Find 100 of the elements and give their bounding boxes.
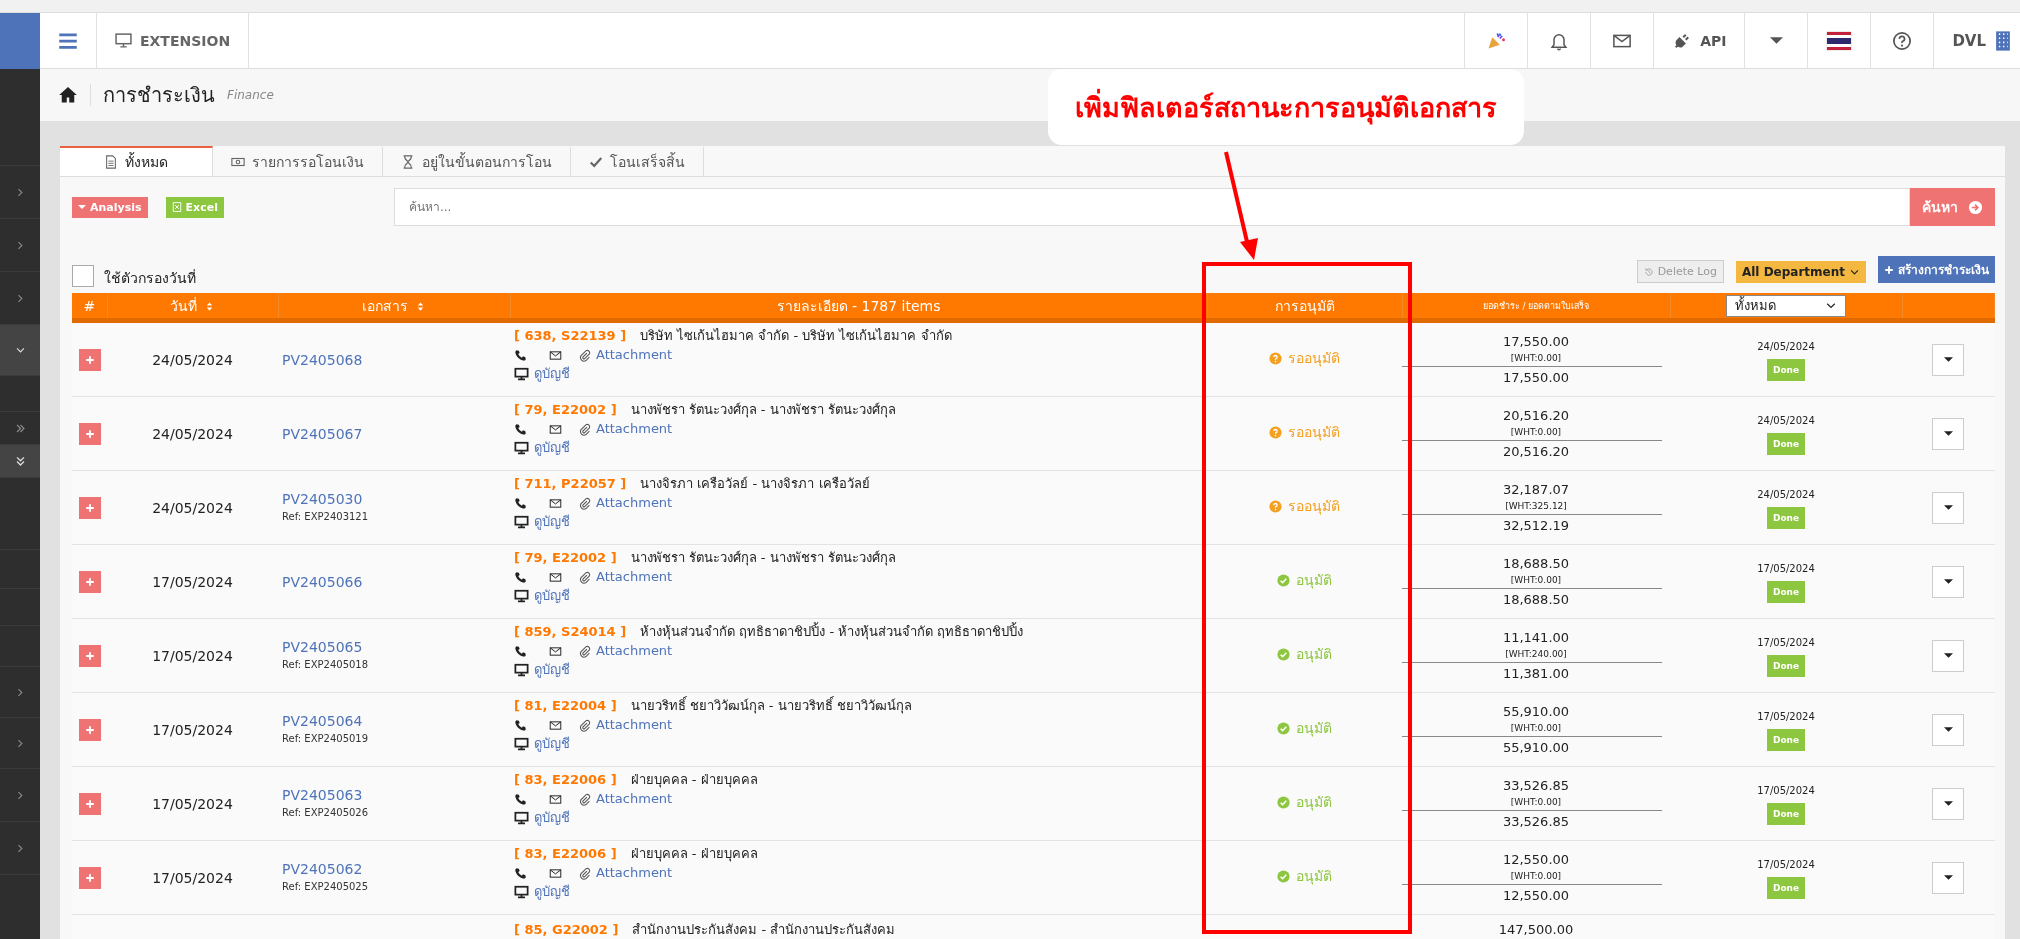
- search-field[interactable]: ค้นหา...: [393, 188, 1910, 226]
- party-popper-icon: [1486, 30, 1507, 51]
- expand-button[interactable]: [78, 718, 101, 741]
- view-account-link[interactable]: ดูบัญชี: [514, 884, 570, 900]
- approval-status: อนุมัติ: [1277, 572, 1332, 589]
- envelope-icon[interactable]: [549, 644, 562, 658]
- phone-icon[interactable]: [514, 496, 527, 510]
- tab[interactable]: ทั้งหมด: [60, 146, 213, 176]
- expand-button[interactable]: [78, 422, 101, 445]
- row-menu-button[interactable]: [1932, 343, 1965, 376]
- document-link[interactable]: PV2405066: [282, 573, 510, 590]
- thailand-flag-icon: [1827, 31, 1852, 50]
- view-account-link[interactable]: ดูบัญชี: [514, 588, 570, 604]
- tab[interactable]: โอนเสร็จสิ้น: [571, 146, 704, 176]
- create-payment-button[interactable]: สร้างการชำระเงิน: [1878, 256, 1995, 283]
- analysis-button[interactable]: Analysis: [72, 196, 148, 218]
- envelope-icon[interactable]: [549, 422, 562, 436]
- view-account-link[interactable]: ดูบัญชี: [514, 366, 570, 382]
- attachment-link[interactable]: Attachment: [578, 717, 673, 733]
- expand-button[interactable]: [78, 792, 101, 815]
- api-button[interactable]: API: [1654, 13, 1746, 68]
- paperclip-icon: [578, 496, 591, 510]
- supplier-name: สำนักงานประกันสังคม - สำนักงานประกันสังคม: [632, 922, 896, 937]
- attachment-link[interactable]: Attachment: [578, 791, 673, 807]
- plus-icon: [84, 576, 95, 587]
- check-circle-icon: [1277, 795, 1290, 809]
- document-link[interactable]: PV2405063: [282, 786, 510, 803]
- envelope-icon[interactable]: [549, 718, 562, 732]
- expand-button[interactable]: [78, 570, 101, 593]
- view-account-link[interactable]: ดูบัญชี: [514, 662, 570, 678]
- expand-button[interactable]: [78, 644, 101, 667]
- view-account-link[interactable]: ดูบัญชี: [514, 736, 570, 752]
- supplier-code: [ 638, S22139 ]: [514, 328, 627, 343]
- document-link[interactable]: PV2405062: [282, 860, 510, 877]
- envelope-icon[interactable]: [549, 866, 562, 880]
- row-menu-button[interactable]: [1932, 417, 1965, 450]
- caret-icon: [1943, 431, 1953, 436]
- document-link[interactable]: PV2405065: [282, 638, 510, 655]
- envelope-icon[interactable]: [549, 496, 562, 510]
- attachment-link[interactable]: Attachment: [578, 643, 673, 659]
- home-icon[interactable]: [58, 85, 78, 105]
- search-button[interactable]: ค้นหา: [1910, 188, 1995, 226]
- attachment-link[interactable]: Attachment: [578, 569, 673, 585]
- envelope-icon[interactable]: [549, 348, 562, 362]
- department-dropdown[interactable]: All Department: [1735, 261, 1866, 283]
- user-button[interactable]: DVL: [1934, 13, 2020, 68]
- withholding-text: [WHT:0.00]: [1509, 795, 1563, 808]
- supplier-name: ฝ่ายบุคคล - ฝ่ายบุคคล: [630, 772, 758, 787]
- row-menu-button[interactable]: [1932, 713, 1965, 746]
- row-menu-button[interactable]: [1932, 491, 1965, 524]
- attachment-link[interactable]: Attachment: [578, 421, 673, 437]
- date-text: 24/05/2024: [152, 499, 233, 516]
- view-account-link[interactable]: ดูบัญชี: [514, 440, 570, 456]
- expand-button[interactable]: [78, 496, 101, 519]
- row-menu-button[interactable]: [1932, 861, 1965, 894]
- extension-button[interactable]: EXTENSION: [97, 13, 250, 68]
- total-text: 11,381.00: [1501, 665, 1571, 682]
- phone-icon[interactable]: [514, 866, 527, 880]
- phone-icon[interactable]: [514, 644, 527, 658]
- column-header[interactable]: เอกสาร: [278, 293, 510, 321]
- envelope-icon[interactable]: [549, 792, 562, 806]
- double-chevron-down-icon[interactable]: [14, 455, 26, 467]
- supplier-code: [ 81, E22004 ]: [514, 698, 617, 713]
- delete-log-button[interactable]: Delete Log: [1636, 260, 1724, 283]
- date-text: 17/05/2024: [152, 573, 233, 590]
- status-filter-dropdown[interactable]: ทั้งหมด: [1726, 294, 1846, 317]
- supplier-name: ฝ่ายบุคคล - ฝ่ายบุคคล: [630, 846, 758, 861]
- document-link[interactable]: PV2405068: [282, 351, 510, 368]
- tab[interactable]: รายการรอโอนเงิน: [213, 146, 383, 176]
- question-circle-icon: [1269, 425, 1282, 439]
- phone-icon[interactable]: [514, 718, 527, 732]
- check-icon: [589, 155, 603, 169]
- double-chevron-right-icon[interactable]: [14, 422, 26, 434]
- row-menu-button[interactable]: [1932, 565, 1965, 598]
- checkbox[interactable]: [72, 265, 94, 287]
- view-account-link[interactable]: ดูบัญชี: [514, 810, 570, 826]
- withholding-text: [WHT:0.00]: [1509, 573, 1563, 586]
- column-header[interactable]: วันที่: [107, 293, 278, 321]
- phone-icon[interactable]: [514, 348, 527, 362]
- total-text: 55,910.00: [1501, 739, 1571, 756]
- row-menu-button[interactable]: [1932, 639, 1965, 672]
- attachment-link[interactable]: Attachment: [578, 347, 673, 363]
- tab[interactable]: อยู่ในขั้นตอนการโอน: [383, 146, 571, 176]
- document-link[interactable]: PV2405064: [282, 712, 510, 729]
- status-date: 24/05/2024: [1756, 413, 1816, 428]
- view-account-link[interactable]: ดูบัญชี: [514, 514, 570, 530]
- document-link[interactable]: PV2405030: [282, 490, 510, 507]
- attachment-link[interactable]: Attachment: [578, 865, 673, 881]
- phone-icon[interactable]: [514, 792, 527, 806]
- row-menu-button[interactable]: [1932, 787, 1965, 820]
- document-link[interactable]: PV2405067: [282, 425, 510, 442]
- envelope-icon[interactable]: [549, 570, 562, 584]
- arrow-circle-icon: [1968, 199, 1983, 215]
- expand-button[interactable]: [78, 348, 101, 371]
- spreadsheet-icon: [171, 202, 182, 212]
- phone-icon[interactable]: [514, 422, 527, 436]
- check-circle-icon: [1277, 573, 1290, 587]
- expand-button[interactable]: [78, 866, 101, 889]
- attachment-link[interactable]: Attachment: [578, 495, 673, 511]
- phone-icon[interactable]: [514, 570, 527, 584]
